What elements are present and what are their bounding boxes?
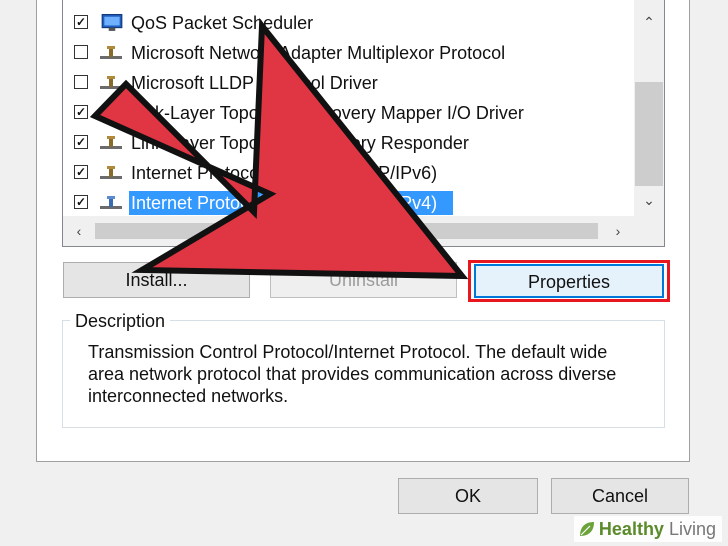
- list-item[interactable]: ✓ QoS Packet Scheduler: [63, 8, 634, 38]
- list-item-label: QoS Packet Scheduler: [131, 13, 314, 33]
- scheduler-icon: [101, 14, 123, 31]
- checkbox-checked[interactable]: ✓: [74, 105, 88, 119]
- protocol-icon: [100, 136, 122, 149]
- checkbox-checked[interactable]: ✓: [74, 135, 88, 149]
- vertical-scroll-thumb[interactable]: [635, 82, 663, 186]
- scroll-left-icon[interactable]: ‹: [65, 217, 93, 245]
- horizontal-scrollbar[interactable]: ‹ ›: [63, 216, 634, 246]
- protocol-icon: [100, 46, 122, 59]
- leaf-logo-icon: [579, 522, 594, 536]
- protocol-icon: [100, 166, 122, 179]
- list-item[interactable]: ✓ Internet Protocol Version 6 (TCP/IPv6): [63, 158, 634, 188]
- list-item-label: Link-Layer Topology Discovery Mapper I/O…: [131, 103, 524, 123]
- watermark: Healthy Living: [573, 516, 722, 542]
- list-item[interactable]: ✓ Link-Layer Topology Discovery Mapper I…: [63, 98, 634, 128]
- list-item[interactable]: Microsoft LLDP Protocol Driver: [63, 68, 634, 98]
- components-list[interactable]: ✓ QoS Packet Scheduler Microsoft Network…: [62, 0, 665, 247]
- protocol-icon: [100, 106, 122, 119]
- scrollbar-corner: [634, 216, 664, 246]
- list-item-label: Microsoft LLDP Protocol Driver: [131, 73, 378, 93]
- scroll-down-icon[interactable]: ⌄: [635, 186, 663, 214]
- description-text: Transmission Control Protocol/Internet P…: [88, 342, 617, 406]
- list-item-label: Internet Protocol Version 4 (TCP/IPv4): [129, 191, 453, 215]
- cancel-button[interactable]: Cancel: [551, 478, 689, 514]
- list-item-selected[interactable]: ✓ Internet Protocol Version 4 (TCP/IPv4): [63, 188, 634, 218]
- checkbox-checked[interactable]: ✓: [74, 15, 88, 29]
- description-title: Description: [70, 309, 171, 333]
- watermark-brand-bold: Healthy: [598, 519, 664, 539]
- list-item[interactable]: ✓ Link-Layer Topology Discovery Responde…: [63, 128, 634, 158]
- list-item-label: Link-Layer Topology Discovery Responder: [131, 133, 469, 153]
- checkbox-checked[interactable]: ✓: [74, 165, 88, 179]
- list-item-label: Internet Protocol Version 6 (TCP/IPv6): [131, 163, 438, 183]
- uninstall-button[interactable]: Uninstall: [270, 262, 457, 298]
- protocol-icon: [100, 196, 122, 209]
- scroll-up-icon[interactable]: ⌃: [635, 8, 663, 36]
- list-item[interactable]: Microsoft Network Adapter Multiplexor Pr…: [63, 38, 634, 68]
- checkbox-unchecked[interactable]: [74, 45, 88, 59]
- protocol-icon: [100, 76, 122, 89]
- checkbox-unchecked[interactable]: [74, 75, 88, 89]
- list-item-label: Microsoft Network Adapter Multiplexor Pr…: [131, 43, 506, 63]
- install-button[interactable]: Install...: [63, 262, 250, 298]
- horizontal-scroll-thumb[interactable]: [95, 223, 598, 239]
- screenshot-stage: ✓ QoS Packet Scheduler Microsoft Network…: [0, 0, 728, 546]
- scroll-right-icon[interactable]: ›: [604, 217, 632, 245]
- ok-button[interactable]: OK: [398, 478, 538, 514]
- watermark-brand-light: Living: [668, 519, 716, 539]
- properties-highlight-box: [468, 260, 670, 302]
- checkbox-checked[interactable]: ✓: [74, 195, 88, 209]
- vertical-scrollbar[interactable]: ⌃ ⌄: [634, 0, 664, 216]
